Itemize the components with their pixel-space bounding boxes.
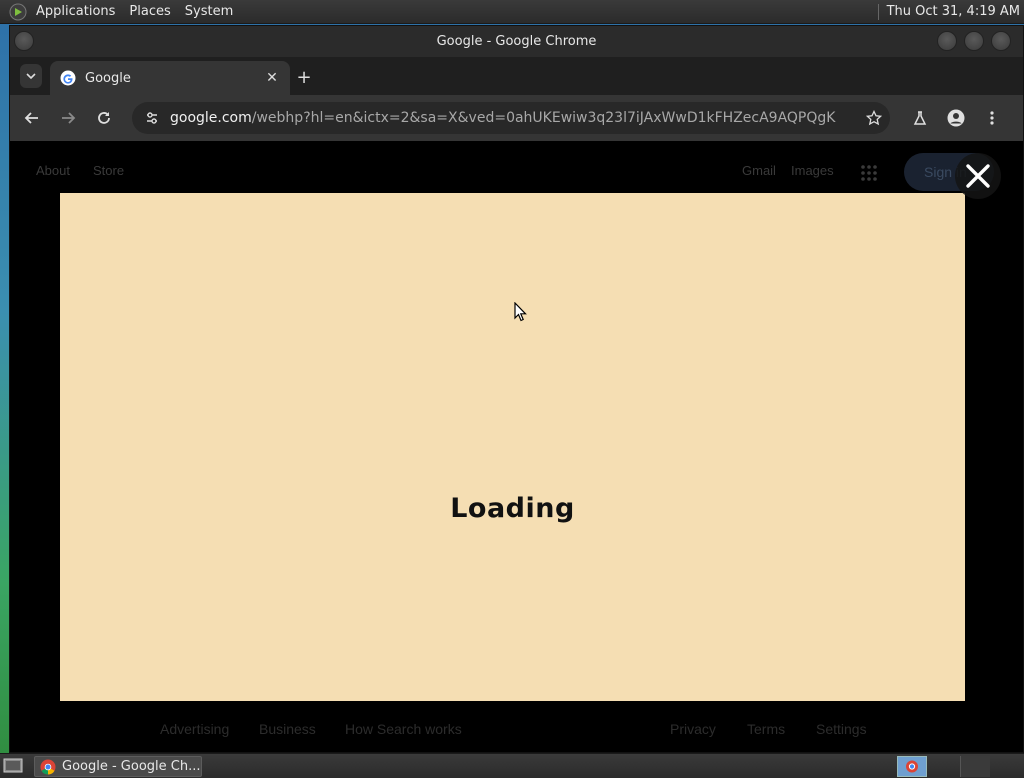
url-host: google.com [170, 110, 252, 126]
url-path: /webhp?hl=en&ictx=2&sa=X&ved=0ahUKEwiw3q… [251, 110, 836, 126]
window-titlebar[interactable]: Google - Google Chrome [10, 26, 1023, 57]
browser-toolbar: google.com/webhp?hl=en&ictx=2&sa=X&ved=0… [10, 95, 1023, 141]
images-link[interactable]: Images [791, 163, 834, 178]
gmail-link[interactable]: Gmail [742, 163, 776, 178]
system-menu[interactable]: System [178, 0, 240, 24]
footer-business-link[interactable]: Business [259, 721, 316, 737]
chevron-down-icon [26, 73, 36, 80]
site-info-icon[interactable] [142, 108, 162, 128]
google-favicon-icon [60, 70, 76, 86]
places-menu[interactable]: Places [122, 0, 177, 24]
labs-flask-icon[interactable] [908, 106, 932, 130]
chrome-window: Google - Google Chrome Google ✕ + google… [9, 25, 1024, 753]
workspace-chrome-icon [898, 757, 926, 776]
applications-menu[interactable]: Applications [29, 0, 122, 24]
store-link[interactable]: Store [93, 163, 124, 178]
tab-title: Google [85, 70, 131, 86]
page-content: About Store Gmail Images Sign in Loading… [10, 141, 1023, 752]
footer-advertising-link[interactable]: Advertising [160, 721, 229, 737]
close-overlay-button[interactable] [955, 153, 1001, 199]
close-icon [966, 164, 990, 188]
footer-privacy-link[interactable]: Privacy [670, 721, 716, 737]
about-link[interactable]: About [36, 163, 70, 178]
bookmark-star-icon[interactable] [864, 108, 884, 128]
tab-search-button[interactable] [20, 64, 42, 88]
window-title: Google - Google Chrome [436, 34, 597, 49]
applications-logo-icon[interactable] [9, 3, 27, 21]
doodle-overlay[interactable]: Loading [60, 193, 965, 701]
maximize-button[interactable] [964, 31, 984, 51]
top-panel: Applications Places System Thu Oct 31, 4… [0, 0, 1024, 24]
footer-settings-link[interactable]: Settings [816, 721, 867, 737]
reload-icon[interactable] [92, 106, 116, 130]
window-menu-button[interactable] [14, 31, 34, 51]
taskbar-chrome-window[interactable]: Google - Google Ch... [34, 756, 202, 777]
panel-separator [877, 3, 879, 20]
tab-google[interactable]: Google ✕ [50, 61, 290, 95]
workspace-1[interactable] [897, 756, 927, 777]
mouse-cursor-icon [514, 302, 527, 322]
forward-icon[interactable] [56, 106, 80, 130]
clock[interactable]: Thu Oct 31, 4:19 AM [887, 4, 1024, 19]
chrome-icon [40, 759, 56, 774]
loading-text: Loading [450, 493, 575, 524]
bottom-panel: Google - Google Ch... [0, 753, 1024, 778]
close-window-button[interactable] [991, 31, 1011, 51]
back-icon[interactable] [20, 106, 44, 130]
show-desktop-icon[interactable] [3, 757, 23, 775]
new-tab-button[interactable]: + [293, 66, 315, 88]
tab-close-icon[interactable]: ✕ [262, 68, 282, 88]
minimize-button[interactable] [937, 31, 957, 51]
taskbar-task-label: Google - Google Ch... [62, 759, 201, 774]
profile-avatar-icon[interactable] [944, 106, 968, 130]
footer-terms-link[interactable]: Terms [747, 721, 785, 737]
workspace-2[interactable] [960, 756, 990, 777]
tab-strip: Google ✕ + [10, 57, 1023, 95]
footer-how-search-works-link[interactable]: How Search works [345, 721, 462, 737]
address-bar[interactable]: google.com/webhp?hl=en&ictx=2&sa=X&ved=0… [132, 102, 890, 134]
google-apps-icon[interactable] [860, 164, 878, 182]
menu-kebab-icon[interactable] [980, 106, 1004, 130]
